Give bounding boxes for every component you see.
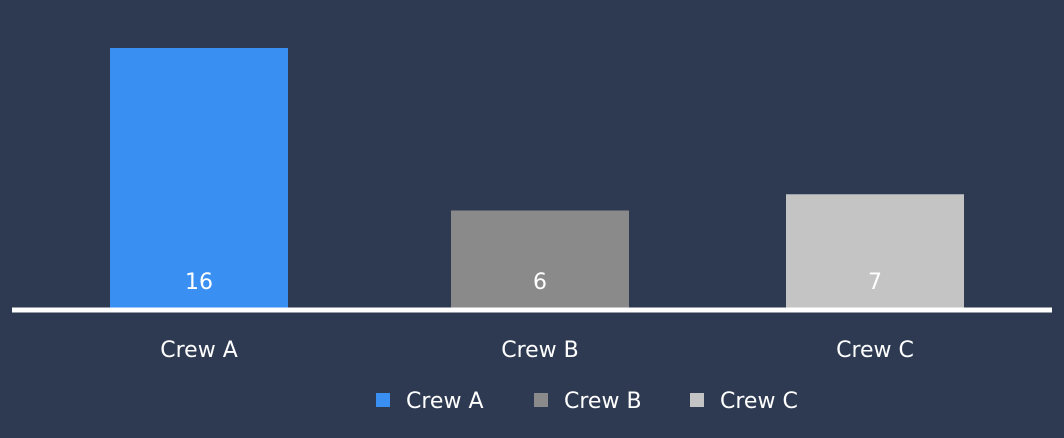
- value-label-crew-c: 7: [868, 270, 882, 295]
- legend-label-crew-a: Crew A: [406, 389, 484, 414]
- legend-item-crew-c[interactable]: Crew C: [690, 389, 798, 414]
- category-label-crew-b: Crew B: [501, 338, 579, 363]
- legend-item-crew-a[interactable]: Crew A: [376, 389, 484, 414]
- category-label-crew-a: Crew A: [160, 338, 238, 363]
- value-labels-layer: 16 6 7: [185, 270, 882, 295]
- legend-label-crew-b: Crew B: [564, 389, 642, 414]
- bar-chart: 16 6 7 Crew A Crew B Crew C Crew A Crew B Crew…: [12, 48, 1052, 414]
- category-labels-layer: Crew A Crew B Crew C: [160, 338, 914, 363]
- legend-label-crew-c: Crew C: [720, 389, 798, 414]
- chart-container: 16 6 7 Crew A Crew B Crew C Crew A Crew B Crew…: [0, 0, 1064, 438]
- value-label-crew-a: 16: [185, 270, 213, 295]
- bars-layer: [110, 48, 964, 308]
- legend-swatch-crew-c: [690, 393, 704, 407]
- bar-crew-a: [110, 48, 288, 308]
- legend-swatch-crew-b: [534, 393, 548, 407]
- legend-swatch-crew-a: [376, 393, 390, 407]
- value-label-crew-b: 6: [533, 270, 547, 295]
- legend: Crew A Crew B Crew C: [376, 389, 798, 414]
- category-label-crew-c: Crew C: [836, 338, 914, 363]
- legend-item-crew-b[interactable]: Crew B: [534, 389, 642, 414]
